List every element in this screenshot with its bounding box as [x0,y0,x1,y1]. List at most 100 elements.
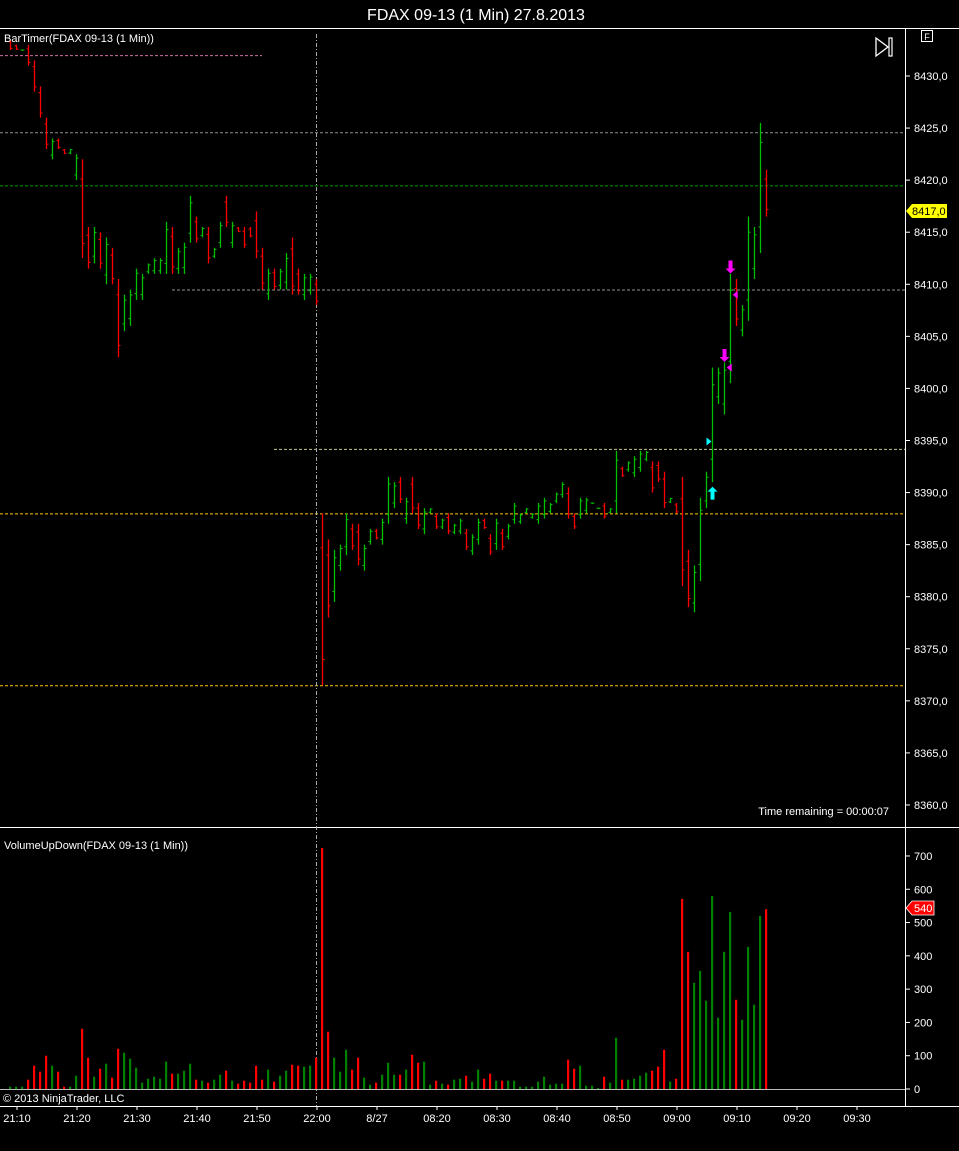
volume-bar [147,1078,150,1089]
volume-bar [435,1080,438,1089]
volume-bar [525,1086,528,1089]
f-button[interactable]: F [921,30,933,43]
volume-bar [645,1072,648,1089]
price-axis-label: 8365,0 [914,748,948,760]
volume-bar [51,1065,54,1089]
scroll-to-end-icon[interactable] [872,36,896,58]
volume-bar [273,1081,276,1089]
volume-bar [123,1052,126,1089]
volume-bar [357,1057,360,1089]
volume-bar [297,1065,300,1089]
volume-axis-label: 100 [914,1051,932,1063]
volume-bar [225,1070,228,1089]
volume-bar [81,1028,84,1089]
f-button-label: F [924,32,930,42]
volume-axis-label: 400 [914,951,932,963]
volume-bar [621,1079,624,1089]
price-axis-label: 8390,0 [914,488,948,500]
volume-bar [207,1082,210,1089]
volume-bar [747,946,750,1089]
volume-bar [321,847,324,1089]
volume-bar [93,1076,96,1089]
time-axis-label: 09:20 [783,1113,811,1125]
time-axis-label: 08:30 [483,1113,511,1125]
volume-bar [375,1082,378,1089]
volume-bar [465,1075,468,1089]
volume-bar [753,1004,756,1089]
time-axis-label: 08:20 [423,1113,451,1125]
volume-bar [285,1070,288,1089]
volume-axis-label: 600 [914,884,932,896]
volume-bar [675,1078,678,1089]
volume-bar [579,1065,582,1089]
volume-bar [171,1073,174,1089]
volume-bar [459,1078,462,1089]
volume-bar [507,1080,510,1089]
bartimer-indicator-label: BarTimer(FDAX 09-13 (1 Min)) [4,33,154,45]
volume-axis-label: 300 [914,984,932,996]
last-volume-tag: 540 [905,900,935,916]
volume-bar [429,1084,432,1089]
volume-bar [591,1085,594,1089]
volume-bar [471,1081,474,1089]
time-axis-label: 21:10 [3,1113,31,1125]
volume-bar [177,1073,180,1089]
time-axis-label: 09:10 [723,1113,751,1125]
volume-bar [477,1069,480,1089]
volume-bar [291,1064,294,1089]
volume-bar [261,1079,264,1089]
time-axis-label: 08:50 [603,1113,631,1125]
volume-bar [105,1063,108,1089]
volume-bar [75,1075,78,1089]
volume-bar [513,1080,516,1089]
volume-bar [279,1075,282,1089]
volume-bar [399,1074,402,1089]
volume-bar [681,898,684,1089]
volume-indicator-label: VolumeUpDown(FDAX 09-13 (1 Min)) [4,840,188,852]
volume-bar [111,1077,114,1089]
volume-bar [267,1069,270,1089]
volume-bar [417,1062,420,1089]
time-axis-label: 09:30 [843,1113,871,1125]
time-remaining-text: Time remaining = 00:00:07 [758,806,889,818]
last-volume-value: 540 [914,903,932,915]
price-axis-label: 8415,0 [914,227,948,239]
volume-bar [765,909,768,1089]
volume-bar [183,1070,186,1089]
volume-bar [213,1079,216,1089]
volume-bar [255,1065,258,1089]
volume-bar [549,1084,552,1089]
chart-window: FDAX 09-13 (1 Min) 27.8.2013 8430,0 8425,… [0,0,959,1151]
volume-bar [387,1062,390,1089]
price-axis-label: 8360,0 [914,800,948,812]
volume-bar [603,1076,606,1089]
time-axis-label: 8/27 [366,1113,387,1125]
time-axis-label: 21:20 [63,1113,91,1125]
volume-bar [315,1057,318,1089]
volume-bar [117,1048,120,1089]
price-axis-label: 8430,0 [914,71,948,83]
volume-bar [369,1084,372,1089]
volume-bar [735,999,738,1089]
volume-bar [99,1068,102,1089]
volume-bar [669,1081,672,1089]
background [0,0,959,1151]
last-price-tag: 8417,0 [906,204,947,218]
volume-bar [135,1067,138,1089]
volume-bar [231,1080,234,1089]
price-axis-label: 8405,0 [914,331,948,343]
volume-bar [633,1078,636,1089]
volume-bar [63,1086,66,1089]
volume-bar [333,1057,336,1089]
volume-bar [615,1037,618,1089]
volume-bar [543,1076,546,1089]
volume-bar [717,1017,720,1089]
volume-bar [393,1074,396,1089]
volume-bar [153,1076,156,1089]
volume-bar [351,1069,354,1089]
volume-bar [309,1065,312,1089]
volume-bar [249,1082,252,1089]
volume-bar [501,1080,504,1089]
volume-bar [609,1082,612,1089]
volume-bar [585,1085,588,1089]
